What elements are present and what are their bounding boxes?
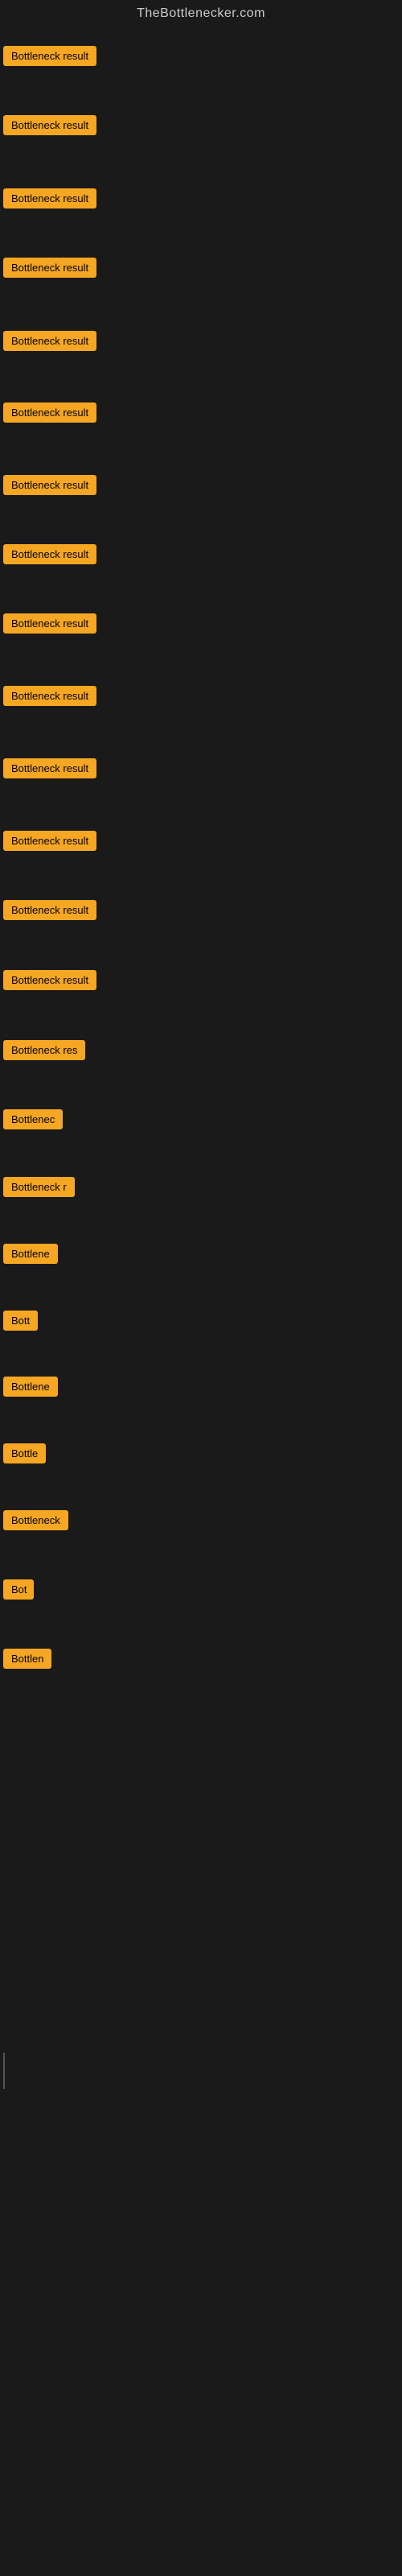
bottleneck-badge[interactable]: Bottlene [3, 1377, 58, 1397]
bottleneck-badge[interactable]: Bottleneck r [3, 1177, 75, 1197]
cursor-line [3, 2053, 5, 2089]
bottleneck-badge[interactable]: Bottlen [3, 1649, 51, 1669]
result-row-23[interactable]: Bot [3, 1579, 34, 1604]
result-row-9[interactable]: Bottleneck result [3, 613, 96, 638]
result-row-15[interactable]: Bottleneck res [3, 1040, 85, 1064]
bottleneck-badge[interactable]: Bottleneck result [3, 188, 96, 208]
result-row-18[interactable]: Bottlene [3, 1244, 58, 1268]
result-row-13[interactable]: Bottleneck result [3, 900, 96, 924]
result-row-20[interactable]: Bottlene [3, 1377, 58, 1401]
result-row-16[interactable]: Bottlenec [3, 1109, 63, 1133]
bottleneck-badge[interactable]: Bottleneck [3, 1510, 68, 1530]
result-row-11[interactable]: Bottleneck result [3, 758, 96, 782]
bottleneck-badge[interactable]: Bottleneck res [3, 1040, 85, 1060]
result-row-6[interactable]: Bottleneck result [3, 402, 96, 427]
bottleneck-badge[interactable]: Bottleneck result [3, 613, 96, 634]
bottleneck-badge[interactable]: Bottleneck result [3, 46, 96, 66]
site-title: TheBottlenecker.com [0, 0, 402, 31]
bottleneck-badge[interactable]: Bottleneck result [3, 402, 96, 423]
bottleneck-badge[interactable]: Bottlene [3, 1244, 58, 1264]
result-row-14[interactable]: Bottleneck result [3, 970, 96, 994]
result-row-3[interactable]: Bottleneck result [3, 188, 96, 213]
result-row-5[interactable]: Bottleneck result [3, 331, 96, 355]
result-row-21[interactable]: Bottle [3, 1443, 46, 1468]
result-row-19[interactable]: Bott [3, 1311, 38, 1335]
bottleneck-badge[interactable]: Bottleneck result [3, 970, 96, 990]
result-row-24[interactable]: Bottlen [3, 1649, 51, 1673]
result-row-17[interactable]: Bottleneck r [3, 1177, 75, 1201]
bottleneck-badge[interactable]: Bottleneck result [3, 686, 96, 706]
bottleneck-badge[interactable]: Bottleneck result [3, 831, 96, 851]
bottleneck-badge[interactable]: Bottleneck result [3, 758, 96, 778]
bottleneck-badge[interactable]: Bott [3, 1311, 38, 1331]
bottleneck-badge[interactable]: Bottlenec [3, 1109, 63, 1129]
result-row-10[interactable]: Bottleneck result [3, 686, 96, 710]
result-row-7[interactable]: Bottleneck result [3, 475, 96, 499]
bottleneck-badge[interactable]: Bottleneck result [3, 258, 96, 278]
result-row-2[interactable]: Bottleneck result [3, 115, 96, 139]
bottleneck-badge[interactable]: Bottleneck result [3, 475, 96, 495]
bottleneck-badge[interactable]: Bot [3, 1579, 34, 1600]
bottleneck-badge[interactable]: Bottle [3, 1443, 46, 1463]
bottleneck-badge[interactable]: Bottleneck result [3, 331, 96, 351]
bottleneck-badge[interactable]: Bottleneck result [3, 544, 96, 564]
result-row-12[interactable]: Bottleneck result [3, 831, 96, 855]
result-row-1[interactable]: Bottleneck result [3, 46, 96, 70]
result-row-22[interactable]: Bottleneck [3, 1510, 68, 1534]
result-row-4[interactable]: Bottleneck result [3, 258, 96, 282]
bottleneck-badge[interactable]: Bottleneck result [3, 900, 96, 920]
bottleneck-badge[interactable]: Bottleneck result [3, 115, 96, 135]
result-row-8[interactable]: Bottleneck result [3, 544, 96, 568]
